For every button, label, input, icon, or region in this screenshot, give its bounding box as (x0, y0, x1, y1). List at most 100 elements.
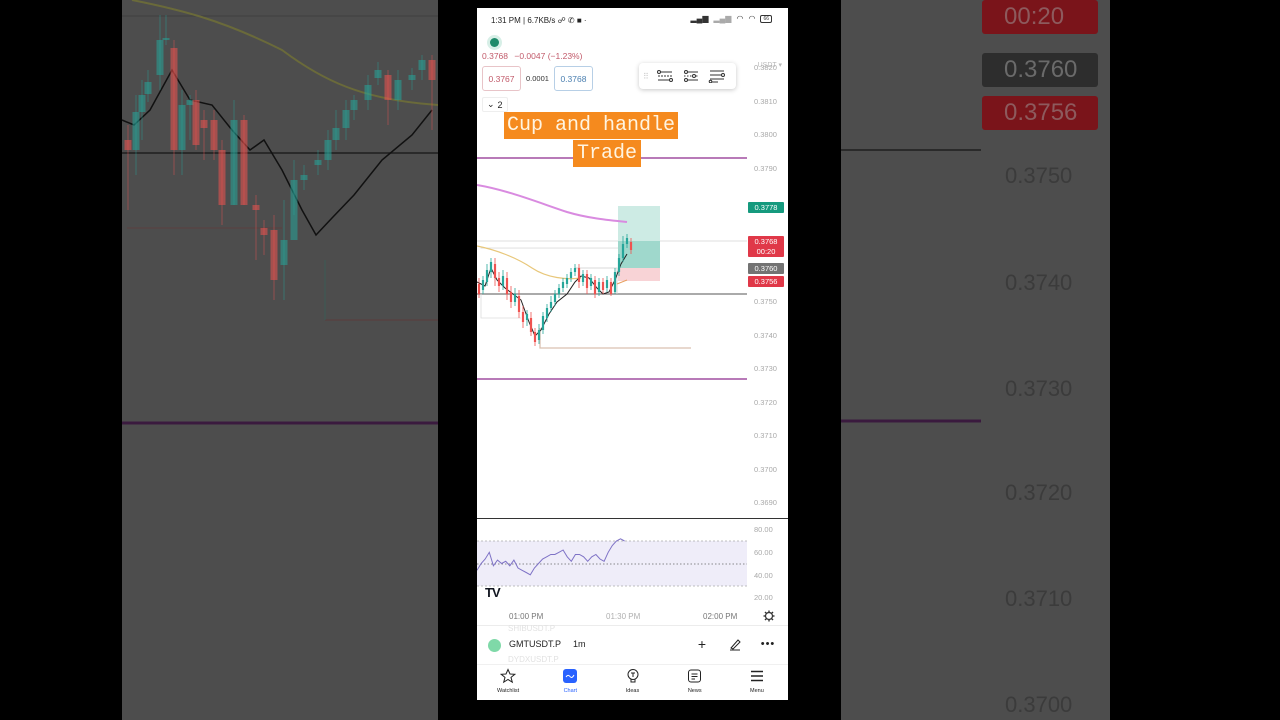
drag-handle-icon[interactable]: ⠿ (643, 72, 649, 81)
time-axis-label: 02:00 PM (703, 612, 738, 621)
tool-more-button[interactable] (707, 67, 727, 85)
rsi-band (477, 541, 747, 586)
drawing-tools-button[interactable] (727, 636, 743, 652)
candle-body (569, 272, 573, 278)
candle-body (629, 242, 633, 250)
candle-body (553, 294, 557, 302)
candle-body (364, 85, 372, 100)
candle-body (280, 240, 288, 265)
candle-body (573, 268, 577, 272)
candle-body (577, 268, 581, 282)
indicator-legend-toggle[interactable]: ⌄ 2 (482, 97, 508, 112)
background-chart-left (122, 0, 438, 425)
add-button[interactable]: + (694, 636, 710, 652)
candle-body (605, 280, 609, 288)
price-axis-label: 0.3800 (754, 130, 777, 139)
candle-body (138, 95, 146, 112)
rsi-pane[interactable]: 80.00 60.00 40.00 20.00 TV (477, 519, 788, 613)
nav-ideas[interactable]: Ideas (601, 665, 663, 700)
background-entry-tag: 0.3760 (982, 53, 1098, 87)
candle-body (501, 276, 505, 286)
candle-body (601, 282, 605, 290)
interval-selector[interactable]: 1m (573, 639, 586, 649)
cup-bottom-line[interactable] (539, 328, 691, 349)
battery-icon: 66 (760, 14, 772, 23)
chart-settings-gear-icon[interactable] (763, 610, 775, 622)
nav-chart[interactable]: Chart (539, 665, 601, 700)
rsi-canvas[interactable] (477, 519, 788, 613)
ema-line (477, 253, 628, 337)
time-axis[interactable]: 01:00 PM 01:30 PM 02:00 PM (477, 610, 788, 624)
candle-body (593, 280, 597, 294)
signal-icon: ▂▄▆ (690, 14, 709, 23)
candle-body (513, 294, 517, 302)
long-position-profit-zone[interactable] (618, 241, 660, 268)
candle-body (585, 274, 589, 288)
wifi-2-icon: ◠ (748, 14, 756, 23)
pen-icon (730, 639, 741, 651)
status-time-speed: 1:31 PM | 6.7KB/s ☍ ✆ ■ · (491, 16, 587, 25)
candle-body (537, 330, 541, 340)
candle-body (300, 175, 308, 180)
signal-2-icon: ▂▄▆ (713, 14, 732, 23)
candle-body (597, 282, 601, 292)
status-bar: 1:31 PM | 6.7KB/s ☍ ✆ ■ · ▂▄▆ ▂▄▆ ◠ ◠ 66 (477, 8, 788, 32)
nav-news[interactable]: News (664, 665, 726, 700)
tradingview-logo[interactable]: TV (485, 585, 501, 600)
price-axis-label: 0.3810 (754, 97, 777, 106)
nav-watchlist[interactable]: Watchlist (477, 665, 539, 700)
news-icon (687, 669, 701, 683)
tool-settings-button[interactable] (655, 67, 675, 85)
tool-style-button[interactable] (681, 67, 701, 85)
candle-body (314, 160, 322, 165)
candle-body (541, 316, 545, 330)
candle-body (525, 314, 529, 320)
ellipsis-icon: ••• (760, 638, 776, 650)
buy-button[interactable]: 0.3768 (553, 66, 593, 91)
spread-value: 0.0001 (526, 74, 549, 83)
ghost-symbol-below: DYDXUSDT.P (508, 655, 559, 664)
price-chart[interactable]: USDT ▾ 0.3820 0.3810 0.3800 0.3790 0.375… (477, 32, 788, 520)
candle-body (533, 332, 537, 342)
background-axis-label: 0.3730 (1005, 376, 1073, 401)
price-axis-label: 0.3740 (754, 331, 777, 340)
wifi-icon: ◠ (736, 14, 744, 23)
candle-body (394, 80, 402, 100)
menu-icon (750, 670, 763, 682)
price-chart-canvas[interactable] (477, 32, 788, 520)
background-axis-label: 0.3710 (1005, 586, 1073, 611)
video-frame: 00:20 0.3760 0.3756 0.3750 0.3740 0.3730… (0, 0, 1280, 720)
indicator-count: 2 (497, 99, 503, 110)
candle-body (481, 280, 485, 290)
candle-body (521, 312, 525, 322)
price-axis-label: 0.3710 (754, 431, 777, 440)
nav-label: Watchlist (497, 688, 520, 694)
bottom-navigation: Watchlist Chart Ideas News Menu (477, 664, 788, 700)
price-axis-label: 0.3820 (754, 63, 777, 72)
candle-body (156, 40, 164, 75)
candle-body (545, 308, 549, 318)
long-position-target-zone[interactable] (618, 206, 660, 241)
ma-mid-line (477, 245, 582, 280)
background-axis-label: 0.3740 (1005, 270, 1073, 295)
price-axis-label: 0.3700 (754, 465, 777, 474)
symbol-name[interactable]: GMTUSDT.P (509, 639, 561, 649)
annotation-text-line1[interactable]: Cup and handle (504, 112, 679, 139)
price-change: −0.0047 (514, 51, 546, 61)
candle-body (230, 120, 238, 205)
more-options-button[interactable]: ••• (760, 636, 776, 652)
ma-slow-line (477, 184, 628, 223)
candle-body (529, 318, 533, 332)
bar-countdown: 00:20 (756, 247, 776, 256)
quote-summary: 0.3768 −0.0047 (−1.23%) (482, 51, 582, 61)
current-price-tag: 0.3768 00:20 (748, 236, 784, 257)
stop-price-tag: 0.3756 (748, 276, 784, 287)
nav-label: Ideas (625, 688, 640, 694)
nav-menu[interactable]: Menu (726, 665, 788, 700)
candle-body (260, 228, 268, 235)
long-position-stop-zone[interactable] (618, 268, 660, 281)
candle-body (290, 180, 298, 240)
sell-button[interactable]: 0.3767 (482, 66, 521, 91)
annotation-text-line2[interactable]: Trade (573, 140, 642, 167)
candle-body (384, 75, 392, 100)
